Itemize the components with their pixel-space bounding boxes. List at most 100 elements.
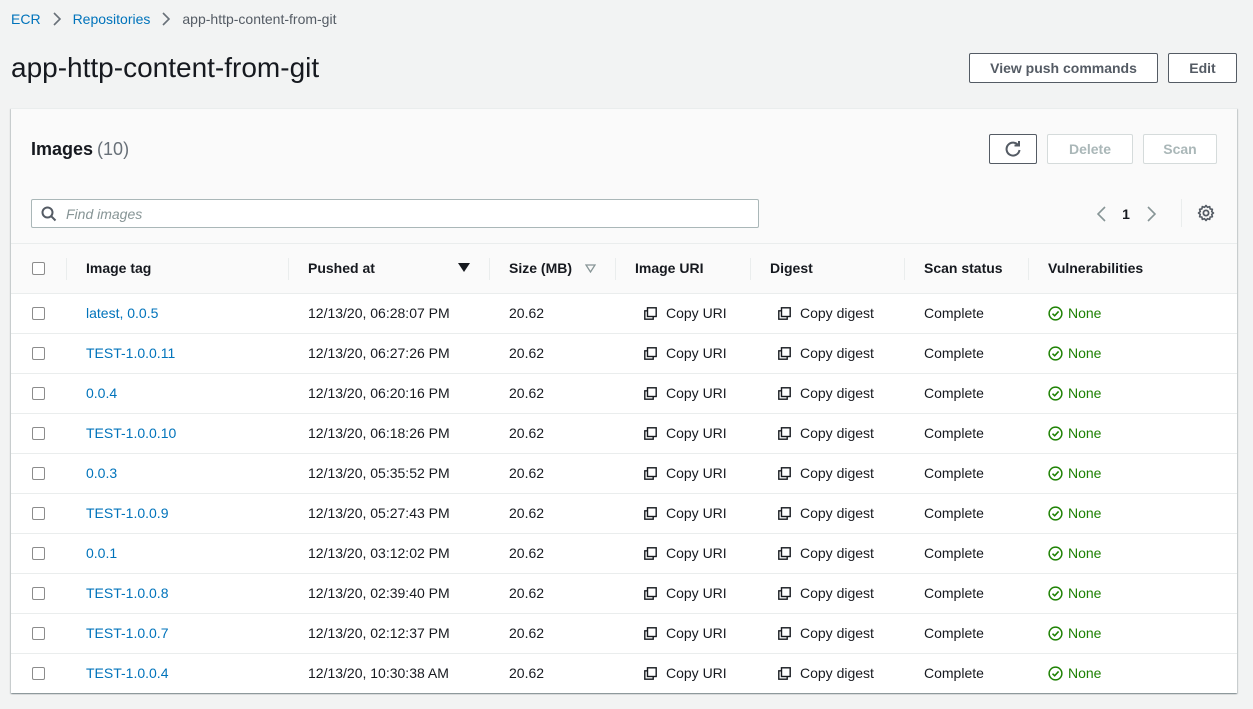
vulnerabilities-cell: None <box>1028 653 1237 693</box>
copy-digest-button[interactable]: Copy digest <box>778 425 874 441</box>
table-row[interactable]: latest, 0.0.5 12/13/20, 06:28:07 PM 20.6… <box>11 293 1237 334</box>
copy-digest-button[interactable]: Copy digest <box>778 345 874 361</box>
image-tag-link[interactable]: 0.0.4 <box>86 385 117 401</box>
scan-status-cell: Complete <box>904 333 1028 374</box>
prev-page-icon[interactable] <box>1091 206 1111 222</box>
copy-uri-label: Copy URI <box>666 585 727 601</box>
copy-uri-button[interactable]: Copy URI <box>644 665 727 681</box>
copy-uri-label: Copy URI <box>666 545 727 561</box>
copy-uri-button[interactable]: Copy URI <box>644 625 727 641</box>
gear-icon[interactable] <box>1197 204 1215 227</box>
pushed-at: 12/13/20, 03:12:02 PM <box>308 545 450 561</box>
column-separator <box>489 258 490 280</box>
breadcrumb-repositories-link[interactable]: Repositories <box>73 11 151 27</box>
copy-uri-label: Copy URI <box>666 665 727 682</box>
table-row[interactable]: TEST-1.0.0.7 12/13/20, 02:12:37 PM 20.62… <box>11 613 1237 654</box>
row-select-cell <box>11 373 66 414</box>
image-tag-cell: 0.0.3 <box>66 453 288 494</box>
column-header-image-tag[interactable]: Image tag <box>66 244 288 294</box>
image-tag-link[interactable]: latest, 0.0.5 <box>86 305 158 321</box>
copy-uri-button[interactable]: Copy URI <box>644 505 727 521</box>
copy-digest-label: Copy digest <box>800 305 874 321</box>
table-row[interactable]: TEST-1.0.0.9 12/13/20, 05:27:43 PM 20.62… <box>11 493 1237 534</box>
vulnerabilities-label: None <box>1068 465 1102 481</box>
check-circle-icon <box>1048 666 1063 681</box>
column-header-size[interactable]: Size (MB) <box>489 244 615 294</box>
scan-status: Complete <box>924 385 984 401</box>
table-row[interactable]: TEST-1.0.0.11 12/13/20, 06:27:26 PM 20.6… <box>11 333 1237 374</box>
column-header-vulnerabilities: Vulnerabilities <box>1028 244 1237 294</box>
scan-button[interactable]: Scan <box>1143 134 1217 164</box>
copy-icon <box>778 426 791 440</box>
images-panel: Images(10) Delete Scan 1 <box>11 108 1237 693</box>
image-tag-link[interactable]: TEST-1.0.0.11 <box>86 345 175 361</box>
copy-digest-button[interactable]: Copy digest <box>778 305 874 321</box>
vulnerabilities-status: None <box>1048 585 1101 601</box>
breadcrumb-ecr-link[interactable]: ECR <box>11 11 41 27</box>
table-row[interactable]: TEST-1.0.0.8 12/13/20, 02:39:40 PM 20.62… <box>11 573 1237 614</box>
row-checkbox[interactable] <box>32 426 45 440</box>
row-checkbox[interactable] <box>32 666 45 680</box>
copy-digest-button[interactable]: Copy digest <box>778 465 874 481</box>
copy-uri-button[interactable]: Copy URI <box>644 465 727 481</box>
size: 20.62 <box>509 305 545 321</box>
scan-status: Complete <box>924 345 984 361</box>
copy-digest-label: Copy digest <box>800 545 874 561</box>
copy-digest-button[interactable]: Copy digest <box>778 665 874 681</box>
select-all-checkbox[interactable] <box>32 261 45 275</box>
search-input[interactable] <box>66 205 746 222</box>
table-row[interactable]: 0.0.3 12/13/20, 05:35:52 PM 20.62 Copy U… <box>11 453 1237 494</box>
table-row[interactable]: 0.0.4 12/13/20, 06:20:16 PM 20.62 Copy U… <box>11 373 1237 414</box>
image-tag-link[interactable]: TEST-1.0.0.7 <box>86 625 168 641</box>
image-tag-link[interactable]: TEST-1.0.0.10 <box>86 425 176 441</box>
column-header-scan-status[interactable]: Scan status <box>904 244 1028 294</box>
delete-button[interactable]: Delete <box>1047 134 1133 164</box>
current-page[interactable]: 1 <box>1116 206 1136 222</box>
row-checkbox[interactable] <box>32 466 45 480</box>
refresh-button[interactable] <box>989 134 1037 164</box>
copy-digest-button[interactable]: Copy digest <box>778 585 874 601</box>
copy-uri-button[interactable]: Copy URI <box>644 305 727 321</box>
pushed-at: 12/13/20, 02:39:40 PM <box>308 585 450 601</box>
row-checkbox[interactable] <box>32 306 45 320</box>
size-cell: 20.62 <box>489 453 615 494</box>
copy-uri-button[interactable]: Copy URI <box>644 585 727 601</box>
copy-digest-button[interactable]: Copy digest <box>778 625 874 641</box>
copy-icon <box>644 426 657 440</box>
view-push-commands-button[interactable]: View push commands <box>969 53 1158 83</box>
search-box <box>31 199 759 228</box>
edit-button[interactable]: Edit <box>1168 53 1237 83</box>
table-row[interactable]: TEST-1.0.0.10 12/13/20, 06:18:26 PM 20.6… <box>11 413 1237 454</box>
vulnerabilities-label: None <box>1068 545 1102 561</box>
copy-icon <box>644 386 657 400</box>
image-tag-cell: 0.0.4 <box>66 373 288 414</box>
image-tag-link[interactable]: 0.0.3 <box>86 465 117 481</box>
image-tag-link[interactable]: 0.0.1 <box>86 545 117 561</box>
row-checkbox[interactable] <box>32 346 45 360</box>
copy-digest-button[interactable]: Copy digest <box>778 385 874 401</box>
check-circle-icon <box>1048 505 1063 521</box>
next-page-icon[interactable] <box>1141 206 1161 222</box>
row-checkbox[interactable] <box>32 586 45 600</box>
scan-status: Complete <box>924 585 984 601</box>
copy-uri-button[interactable]: Copy URI <box>644 345 727 361</box>
image-tag-link[interactable]: TEST-1.0.0.9 <box>86 505 168 521</box>
row-checkbox[interactable] <box>32 386 45 400</box>
row-checkbox[interactable] <box>32 506 45 520</box>
row-checkbox[interactable] <box>32 546 45 560</box>
copy-uri-button[interactable]: Copy URI <box>644 545 727 561</box>
image-tag-cell: TEST-1.0.0.11 <box>66 333 288 374</box>
copy-digest-button[interactable]: Copy digest <box>778 545 874 561</box>
column-header-pushed-at[interactable]: Pushed at <box>288 244 489 294</box>
check-circle-icon <box>1048 385 1063 401</box>
copy-uri-button[interactable]: Copy URI <box>644 425 727 441</box>
check-circle-icon <box>1048 585 1063 601</box>
table-row[interactable]: TEST-1.0.0.4 12/13/20, 10:30:38 AM 20.62… <box>11 653 1237 693</box>
table-row[interactable]: 0.0.1 12/13/20, 03:12:02 PM 20.62 Copy U… <box>11 533 1237 574</box>
row-checkbox[interactable] <box>32 626 45 640</box>
image-tag-link[interactable]: TEST-1.0.0.4 <box>86 665 168 681</box>
copy-icon <box>778 666 791 680</box>
copy-uri-button[interactable]: Copy URI <box>644 385 727 401</box>
image-tag-link[interactable]: TEST-1.0.0.8 <box>86 585 168 601</box>
copy-digest-button[interactable]: Copy digest <box>778 505 874 521</box>
